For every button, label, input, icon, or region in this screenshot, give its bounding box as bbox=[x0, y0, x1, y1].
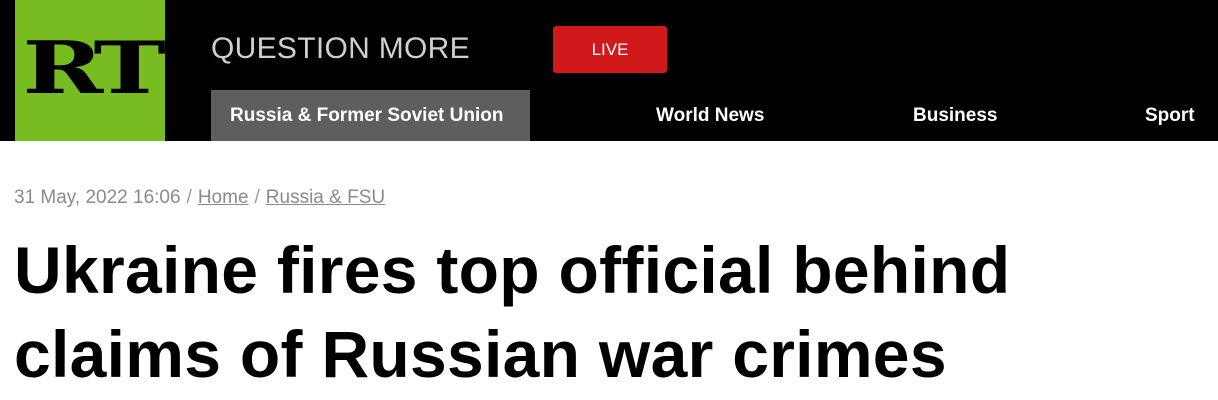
main-nav: Russia & Former Soviet Union World News … bbox=[0, 90, 1218, 141]
article-headline: Ukraine fires top official behind claims… bbox=[14, 233, 1011, 391]
article-meta: 31 May, 2022 16:06/Home / Russia & FSU bbox=[14, 187, 385, 209]
live-button[interactable]: LIVE bbox=[553, 26, 667, 73]
breadcrumb-separator: / bbox=[254, 187, 260, 208]
tagline: QUESTION MORE bbox=[211, 32, 470, 65]
nav-item-russia-fsu[interactable]: Russia & Former Soviet Union bbox=[211, 90, 530, 141]
nav-item-business[interactable]: Business bbox=[913, 90, 997, 141]
publish-date: 31 May, 2022 16:06 bbox=[14, 187, 181, 208]
breadcrumb-section-link[interactable]: Russia & FSU bbox=[266, 187, 385, 208]
breadcrumb-home-link[interactable]: Home bbox=[198, 187, 249, 208]
nav-item-sport[interactable]: Sport bbox=[1145, 90, 1195, 141]
site-header: RT QUESTION MORE LIVE Russia & Former So… bbox=[0, 0, 1218, 141]
nav-item-world-news[interactable]: World News bbox=[656, 90, 764, 141]
breadcrumb-separator: / bbox=[186, 187, 192, 208]
